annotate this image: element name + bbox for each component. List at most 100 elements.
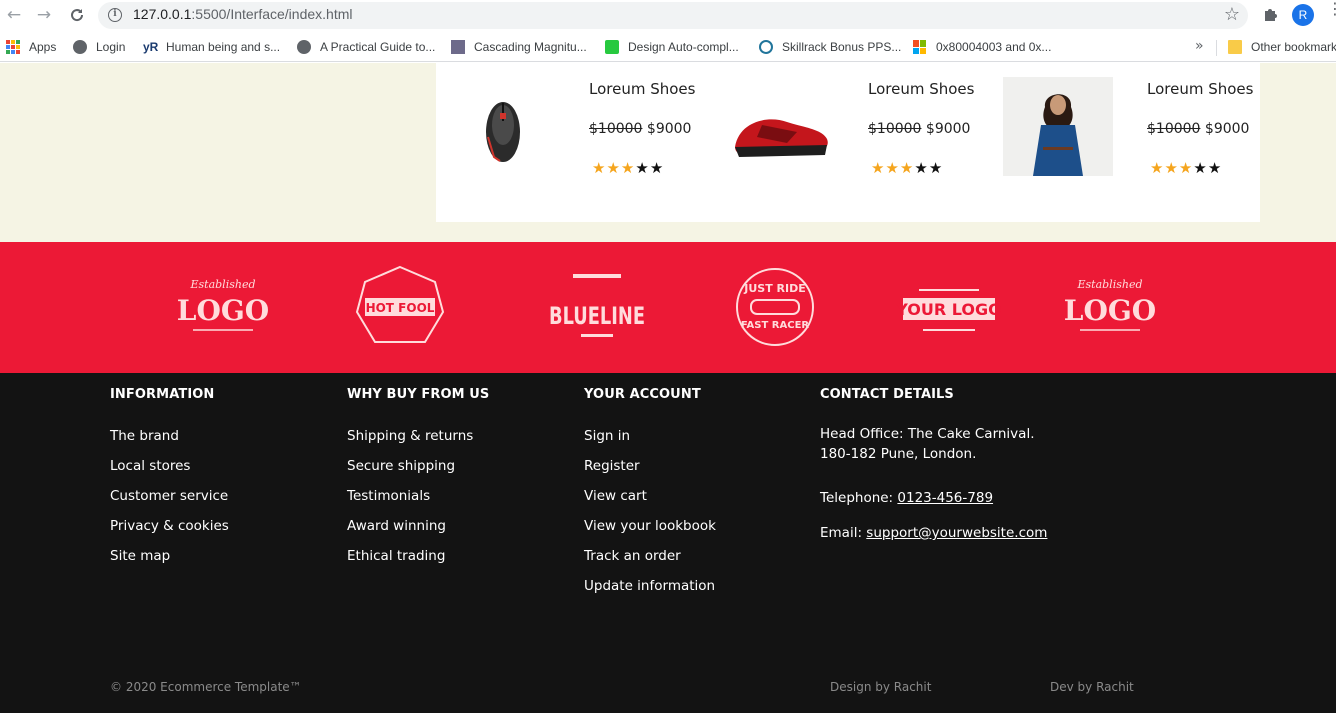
brand-logo[interactable]: HOT FOOL xyxy=(340,262,460,352)
url-text: 127.0.0.1:5500/Interface/index.html xyxy=(133,6,353,22)
rating-stars: ★★★★★ xyxy=(871,159,943,177)
site-footer: INFORMATION The brand Local stores Custo… xyxy=(0,373,1336,713)
other-bookmarks[interactable]: Other bookmarks xyxy=(1228,39,1336,55)
footer-link[interactable]: Award winning xyxy=(347,516,489,546)
product-name[interactable]: Loreum Shoes xyxy=(1147,80,1253,98)
svg-text:BLUELINE: BLUELINE xyxy=(549,302,645,330)
footer-link[interactable]: Shipping & returns xyxy=(347,426,489,456)
email-link[interactable]: support@yourwebsite.com xyxy=(866,525,1047,541)
current-price: $9000 xyxy=(646,121,692,137)
old-price: $10000 xyxy=(868,121,922,137)
alarm-icon xyxy=(605,40,619,54)
browser-toolbar: ← → i 127.0.0.1:5500/Interface/index.htm… xyxy=(0,0,1336,32)
bookmark-human-being[interactable]: yR Human being and s... xyxy=(143,39,280,55)
star-filled-icon: ★ xyxy=(871,159,886,177)
svg-text:HOT FOOL: HOT FOOL xyxy=(366,301,435,315)
yr-icon: yR xyxy=(143,40,159,54)
brand-logo[interactable]: BLUELINE xyxy=(537,262,657,352)
star-empty-icon: ★ xyxy=(928,159,944,177)
footer-link[interactable]: Privacy & cookies xyxy=(110,516,229,546)
profile-avatar[interactable]: R xyxy=(1292,4,1314,26)
current-price: $9000 xyxy=(1204,121,1250,137)
footer-link[interactable]: Sign in xyxy=(584,426,716,456)
footer-why-buy: WHY BUY FROM US Shipping & returns Secur… xyxy=(347,387,489,576)
footer-link[interactable]: Local stores xyxy=(110,456,229,486)
star-filled-icon: ★ xyxy=(1178,159,1194,177)
bookmark-cascading[interactable]: Cascading Magnitu... xyxy=(451,39,587,55)
product-price: $10000 $9000 xyxy=(1147,121,1249,137)
copyright: © 2020 Ecommerce Template™ xyxy=(110,680,302,694)
brand-logo[interactable]: JUST RIDE FAST RACER xyxy=(715,262,835,352)
footer-link[interactable]: Track an order xyxy=(584,546,716,576)
svg-text:LOGO: LOGO xyxy=(1064,294,1156,327)
bookmark-login[interactable]: Login xyxy=(73,39,125,55)
star-filled-icon: ★ xyxy=(1164,159,1179,177)
info-icon[interactable]: i xyxy=(108,8,122,22)
product-image-mouse[interactable] xyxy=(448,77,558,176)
bookmarks-overflow-button[interactable]: » xyxy=(1195,38,1204,54)
address-bar[interactable]: i 127.0.0.1:5500/Interface/index.html ☆ xyxy=(98,2,1248,29)
address-line: 180-182 Pune, London. xyxy=(820,446,977,462)
svg-text:LOGO: LOGO xyxy=(177,294,269,327)
footer-link[interactable]: Site map xyxy=(110,546,229,576)
bookmark-apps[interactable]: Apps xyxy=(6,39,56,55)
forward-icon[interactable]: → xyxy=(33,4,55,26)
apps-grid-icon xyxy=(6,40,20,54)
product-image-dress[interactable] xyxy=(1003,77,1113,176)
browser-menu-icon[interactable]: ⋮ xyxy=(1327,1,1336,24)
bookmark-design-auto[interactable]: Design Auto-compl... xyxy=(605,39,739,55)
star-empty-icon: ★ xyxy=(635,159,650,177)
product-card[interactable]: Loreum Shoes $10000 $9000 ★★★★★ xyxy=(436,63,715,222)
footer-link[interactable]: Update information xyxy=(584,576,716,606)
brand-logo-strip: Established LOGO HOT FOOL BLUELINE JUST … xyxy=(0,242,1336,373)
svg-text:Established: Established xyxy=(1076,278,1142,291)
svg-text:FAST RACER: FAST RACER xyxy=(741,320,810,331)
product-image-sneaker[interactable] xyxy=(727,77,837,176)
product-section: Loreum Shoes $10000 $9000 ★★★★★ Loreum S… xyxy=(0,63,1336,242)
product-card[interactable]: Loreum Shoes $10000 $9000 ★★★★★ xyxy=(994,63,1273,222)
bookmark-practical-guide[interactable]: A Practical Guide to... xyxy=(297,39,435,55)
site-icon xyxy=(451,40,465,54)
svg-text:Established: Established xyxy=(189,278,255,291)
footer-contact: CONTACT DETAILS Head Office: The Cake Ca… xyxy=(820,387,1047,543)
star-filled-icon: ★ xyxy=(899,159,915,177)
brand-logo[interactable]: Established LOGO xyxy=(163,262,283,352)
footer-link[interactable]: Testimonials xyxy=(347,486,489,516)
product-price: $10000 $9000 xyxy=(589,121,691,137)
star-empty-icon: ★ xyxy=(914,159,929,177)
product-card[interactable]: Loreum Shoes $10000 $9000 ★★★★★ xyxy=(715,63,994,222)
product-name[interactable]: Loreum Shoes xyxy=(589,80,695,98)
phone-label: Telephone: xyxy=(820,490,898,506)
svg-text:JUST RIDE: JUST RIDE xyxy=(743,282,806,295)
globe-icon xyxy=(73,40,87,54)
footer-link[interactable]: View cart xyxy=(584,486,716,516)
star-filled-icon: ★ xyxy=(885,159,900,177)
footer-link[interactable]: Ethical trading xyxy=(347,546,489,576)
bookmark-skillrack[interactable]: Skillrack Bonus PPS... xyxy=(759,39,901,55)
bookmarks-divider xyxy=(1216,40,1217,56)
back-icon[interactable]: ← xyxy=(3,4,25,26)
current-price: $9000 xyxy=(925,121,971,137)
product-name[interactable]: Loreum Shoes xyxy=(868,80,974,98)
star-filled-icon: ★ xyxy=(620,159,636,177)
star-filled-icon: ★ xyxy=(592,159,607,177)
footer-link[interactable]: The brand xyxy=(110,426,229,456)
footer-link[interactable]: Customer service xyxy=(110,486,229,516)
star-filled-icon: ★ xyxy=(606,159,621,177)
reload-icon[interactable] xyxy=(66,4,88,26)
bookmark-0x80004003[interactable]: 0x80004003 and 0x... xyxy=(913,39,1051,55)
email-label: Email: xyxy=(820,525,867,541)
page: Loreum Shoes $10000 $9000 ★★★★★ Loreum S… xyxy=(0,63,1336,713)
footer-link[interactable]: View your lookbook xyxy=(584,516,716,546)
old-price: $10000 xyxy=(1147,121,1201,137)
brand-logo[interactable]: Established LOGO xyxy=(1050,262,1170,352)
footer-account: YOUR ACCOUNT Sign in Register View cart … xyxy=(584,387,716,606)
phone-link[interactable]: 0123-456-789 xyxy=(897,490,993,506)
footer-link[interactable]: Secure shipping xyxy=(347,456,489,486)
star-empty-icon: ★ xyxy=(1207,159,1223,177)
bookmark-star-icon[interactable]: ☆ xyxy=(1224,4,1240,25)
extensions-puzzle-icon[interactable] xyxy=(1262,5,1280,23)
folder-icon xyxy=(1228,40,1242,54)
footer-link[interactable]: Register xyxy=(584,456,716,486)
brand-logo[interactable]: YOUR LOGO xyxy=(889,262,1009,352)
